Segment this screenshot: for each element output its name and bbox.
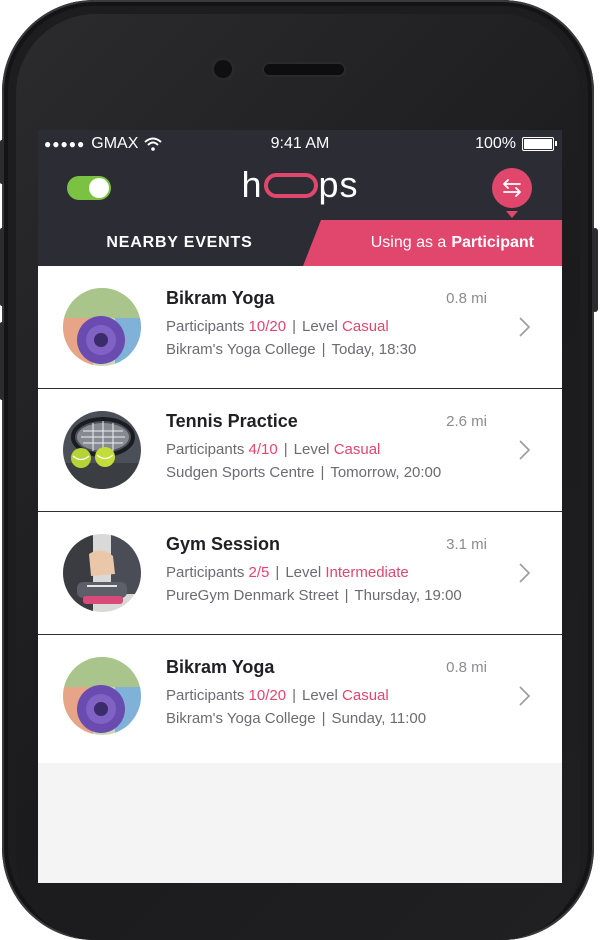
event-participants-level: Participants 10/20 | Level Casual: [166, 687, 389, 704]
volume-down-button: [0, 322, 4, 400]
participants-count: 10/20: [248, 687, 287, 704]
event-row[interactable]: Tennis Practice 2.6 mi Participants 4/10…: [38, 389, 562, 512]
front-camera: [214, 60, 232, 78]
app-screen: ●●●●● GMAX 9:41 AM 100% h ps NEARBY EVEN…: [38, 130, 562, 883]
participants-count: 4/10: [248, 441, 278, 458]
event-participants-level: Participants 4/10 | Level Casual: [166, 441, 381, 458]
event-list: Bikram Yoga 0.8 mi Participants 10/20 | Le…: [38, 266, 562, 763]
event-title: Gym Session: [166, 534, 281, 554]
hoops-logo: h ps: [241, 164, 359, 205]
event-title: Tennis Practice: [166, 411, 298, 431]
event-thumbnail-gym: [63, 534, 141, 612]
event-participants-level: Participants 2/5 | Level Intermediate: [166, 564, 409, 581]
battery-icon: [522, 137, 557, 151]
event-time: Today, 18:30: [331, 341, 417, 358]
battery-status: 100%: [475, 135, 557, 153]
chevron-right-icon: [519, 440, 531, 460]
event-time: Sunday, 11:00: [331, 710, 427, 727]
event-level: Casual: [342, 687, 389, 704]
tab-nearby-events[interactable]: NEARBY EVENTS: [38, 220, 321, 266]
event-venue-time: Bikram's Yoga College | Today, 18:30: [166, 341, 417, 358]
mute-switch: [0, 140, 4, 184]
tab-nearby-label: NEARBY EVENTS: [106, 234, 253, 251]
event-time: Thursday, 19:00: [354, 587, 462, 604]
event-thumbnail-yoga: [63, 657, 141, 735]
swap-arrows-icon: [503, 179, 521, 197]
event-title: Bikram Yoga: [166, 288, 275, 308]
event-distance: 0.8 mi: [446, 659, 487, 676]
event-row[interactable]: Bikram Yoga 0.8 mi Participants 10/20 | Le…: [38, 635, 562, 763]
event-venue-time: Bikram's Yoga College | Sunday, 11:00: [166, 710, 427, 727]
event-venue: Bikram's Yoga College: [166, 710, 316, 727]
chevron-right-icon: [519, 317, 531, 337]
event-level: Casual: [333, 441, 381, 458]
power-button: [592, 228, 598, 312]
earpiece-speaker: [264, 64, 344, 75]
event-thumbnail-yoga: [63, 288, 141, 366]
event-time: Tomorrow, 20:00: [330, 464, 442, 481]
event-participants-level: Participants 10/20 | Level Casual: [166, 318, 389, 335]
tab-bar: NEARBY EVENTS Using as a Participant: [38, 220, 562, 266]
tab-role-mode[interactable]: Using as a Participant: [303, 220, 562, 266]
volume-up-button: [0, 228, 4, 306]
event-level: Casual: [342, 318, 389, 335]
participants-count: 10/20: [248, 318, 287, 335]
chevron-right-icon: [519, 686, 531, 706]
event-level: Intermediate: [325, 564, 409, 581]
event-venue-time: Sudgen Sports Centre | Tomorrow, 20:00: [166, 464, 442, 481]
chevron-right-icon: [519, 563, 531, 583]
event-thumbnail-tennis: [63, 411, 141, 489]
role-mode-value: Participant: [451, 234, 534, 251]
role-mode-prefix: Using as a: [370, 234, 447, 251]
event-row[interactable]: Gym Session 3.1 mi Participants 2/5 | Leve…: [38, 512, 562, 635]
event-title: Bikram Yoga: [166, 657, 275, 677]
event-row[interactable]: Bikram Yoga 0.8 mi Participants 10/20 | Le…: [38, 266, 562, 389]
battery-percent: 100%: [475, 135, 516, 152]
event-distance: 2.6 mi: [446, 413, 487, 430]
event-distance: 3.1 mi: [446, 536, 487, 553]
participants-count: 2/5: [248, 564, 270, 581]
switch-role-button[interactable]: [492, 168, 532, 208]
app-header: h ps: [38, 158, 562, 220]
event-venue: Sudgen Sports Centre: [166, 464, 315, 481]
status-bar: ●●●●● GMAX 9:41 AM 100%: [38, 130, 562, 158]
event-venue-time: PureGym Denmark Street | Thursday, 19:00: [166, 587, 462, 604]
role-indicator-notch: [506, 211, 518, 218]
event-venue: PureGym Denmark Street: [166, 587, 339, 604]
event-venue: Bikram's Yoga College: [166, 341, 316, 358]
event-distance: 0.8 mi: [446, 290, 487, 307]
